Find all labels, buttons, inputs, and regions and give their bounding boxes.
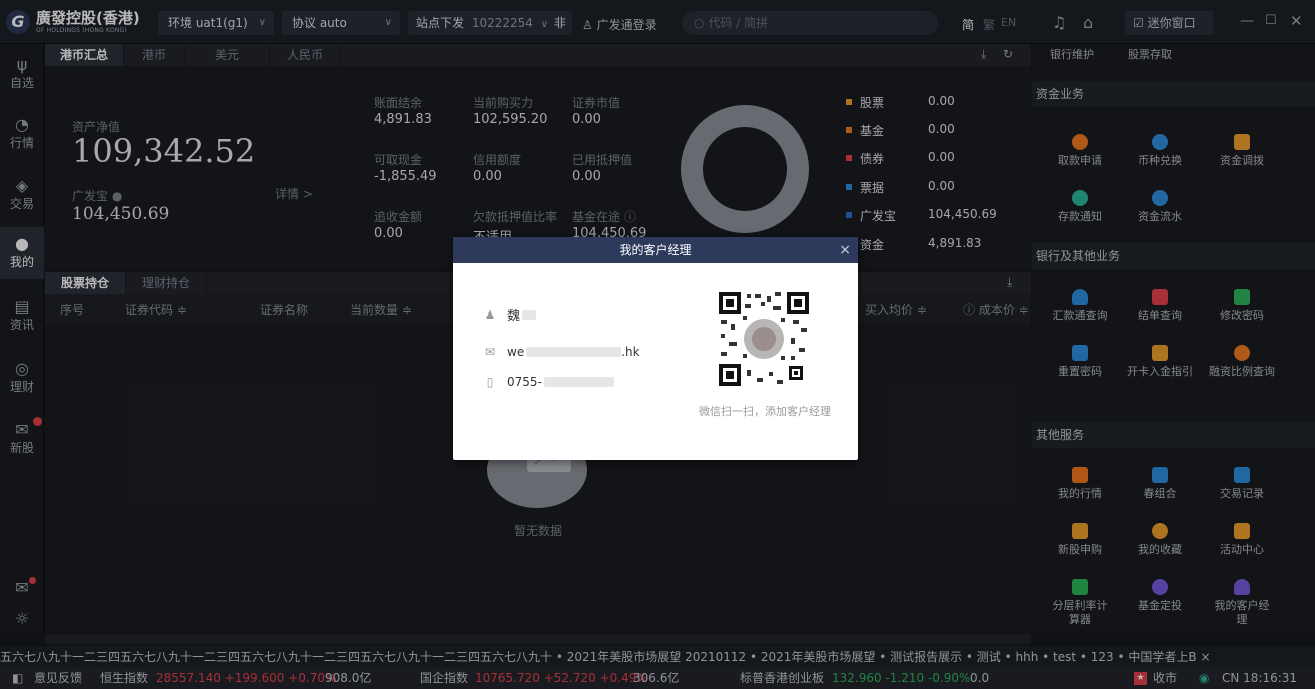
- close-icon[interactable]: ×: [839, 237, 851, 263]
- mail-icon: ✉: [484, 345, 496, 359]
- qr-caption: 微信扫一扫，添加客户经理: [699, 405, 831, 418]
- email-prefix: we: [507, 345, 525, 359]
- dialog-header: 我的客户经理 ×: [453, 237, 858, 263]
- redacted-block: [522, 309, 537, 320]
- manager-phone-row: ▯ 0755-: [483, 375, 614, 389]
- customer-manager-dialog: 我的客户经理 × ♟ 魏 ✉ we .hk ▯ 0755- 微信扫一扫，添加客户…: [453, 237, 858, 460]
- manager-name: 魏: [507, 309, 521, 324]
- person-icon: ♟: [484, 307, 496, 322]
- wechat-qr-code: [717, 290, 811, 388]
- manager-email-row: ✉ we .hk: [483, 345, 640, 359]
- email-suffix: .hk: [621, 345, 640, 359]
- dialog-title: 我的客户经理: [619, 243, 692, 257]
- redacted-block: [543, 377, 614, 387]
- phone-prefix: 0755-: [507, 375, 542, 389]
- phone-icon: ▯: [486, 375, 494, 389]
- manager-name-row: ♟ 魏: [483, 305, 537, 324]
- redacted-block: [526, 347, 622, 357]
